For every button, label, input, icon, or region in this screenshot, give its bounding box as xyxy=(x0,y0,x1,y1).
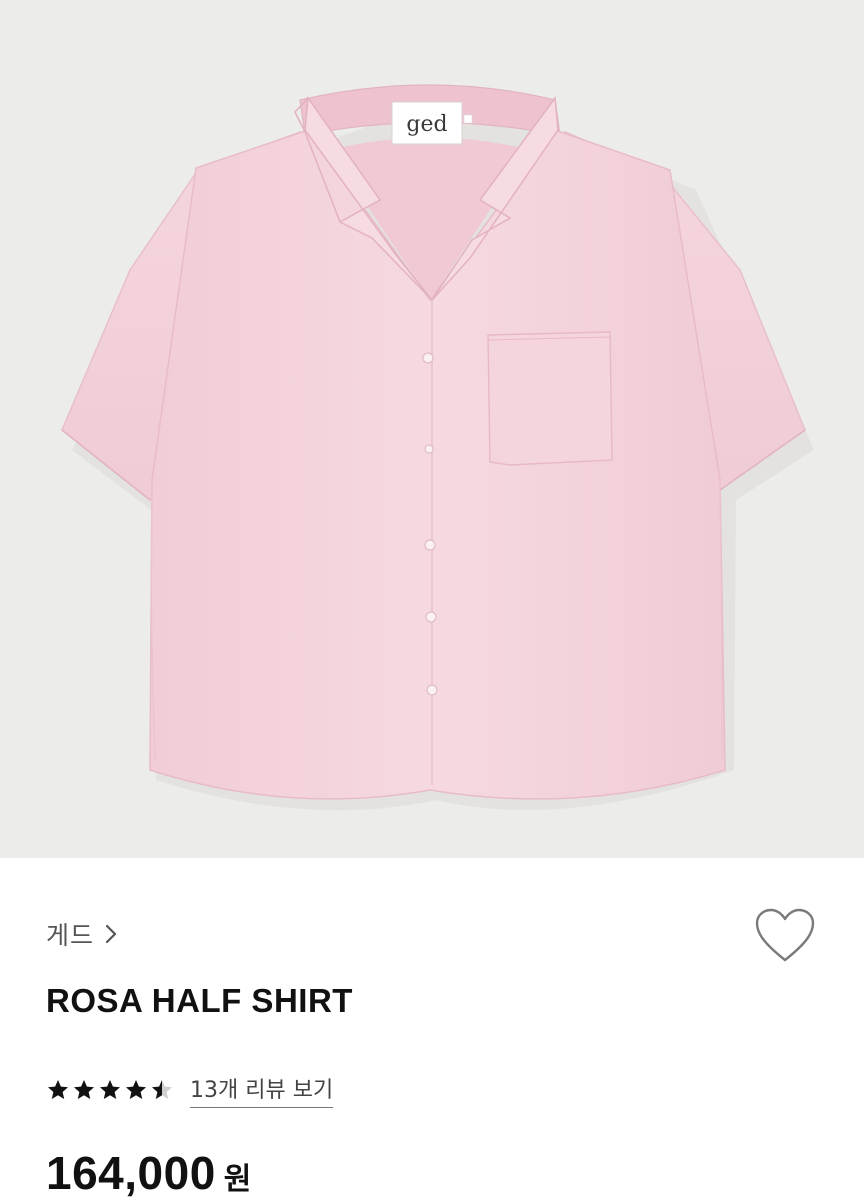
chevron-right-icon xyxy=(104,923,118,945)
price-value: 164,000 xyxy=(46,1147,216,1199)
product-image[interactable]: ged xyxy=(0,0,864,858)
star-half-icon xyxy=(152,1080,172,1099)
star-filled-icon xyxy=(48,1080,68,1099)
price: 164,000 원 xyxy=(46,1146,251,1200)
shirt-label-text: ged xyxy=(406,112,447,137)
price-currency: 원 xyxy=(223,1162,252,1197)
shirt-illustration: ged xyxy=(61,84,814,811)
star-filled-icon xyxy=(126,1080,146,1099)
star-rating xyxy=(46,1078,174,1102)
product-info: 게드 ROSA HALF SHIRT 13개 리뷰 보기 164,000 원 xyxy=(0,858,864,1200)
heart-outline-icon xyxy=(752,908,818,970)
brand-name: 게드 xyxy=(46,921,95,950)
review-link[interactable]: 13개 리뷰 보기 xyxy=(190,1072,334,1108)
rating-row: 13개 리뷰 보기 xyxy=(46,1072,334,1108)
product-title: ROSA HALF SHIRT xyxy=(46,982,353,1019)
star-filled-icon xyxy=(100,1080,120,1099)
brand-link[interactable]: 게드 xyxy=(46,916,118,952)
star-filled-icon xyxy=(74,1080,94,1099)
wishlist-button[interactable] xyxy=(752,906,818,966)
